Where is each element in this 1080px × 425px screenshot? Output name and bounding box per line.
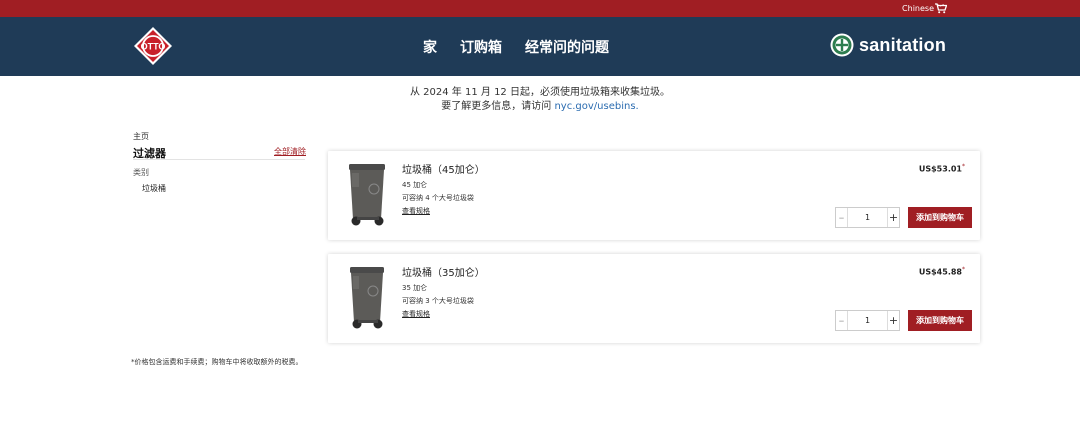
quantity-input[interactable]: 1 — [848, 213, 887, 222]
add-to-cart-button[interactable]: 添加到购物车 — [908, 207, 972, 228]
view-spec-link[interactable]: 查看规格 — [402, 206, 430, 216]
product-bag-capacity: 可容纳 3 个大号垃圾袋 — [402, 297, 474, 305]
sanitation-logo-text: sanitation — [859, 34, 947, 55]
breadcrumb[interactable]: 主页 — [133, 131, 149, 142]
sanitation-logo[interactable]: sanitation — [830, 33, 946, 57]
cart-icon[interactable] — [935, 3, 947, 14]
top-bar: Chinese ﹀ — [0, 0, 1080, 17]
add-to-cart-button[interactable]: 添加到购物车 — [908, 310, 972, 331]
product-bag-capacity: 可容纳 4 个大号垃圾袋 — [402, 194, 474, 202]
price-footnote: *价格包含运费和手续费；购物车中将收取额外的税费。 — [131, 358, 303, 366]
decrease-quantity-button[interactable]: – — [836, 311, 848, 330]
sanitation-emblem-icon — [830, 33, 854, 57]
filter-divider — [133, 159, 305, 160]
quantity-input[interactable]: 1 — [848, 316, 887, 325]
product-card: 垃圾桶（45加仑） 45 加仑 可容纳 4 个大号垃圾袋 查看规格 US$53.… — [328, 151, 980, 240]
trash-bin-35-image[interactable] — [343, 264, 393, 330]
notice-banner: 从 2024 年 11 月 12 日起，必须使用垃圾箱来收集垃圾。 要了解更多信… — [0, 86, 1080, 114]
product-name[interactable]: 垃圾桶（35加仑） — [402, 264, 485, 279]
view-spec-link[interactable]: 查看规格 — [402, 309, 430, 319]
price-asterisk: * — [962, 266, 965, 273]
product-card: 垃圾桶（35加仑） 35 加仑 可容纳 3 个大号垃圾袋 查看规格 US$45.… — [328, 254, 980, 343]
increase-quantity-button[interactable]: + — [887, 311, 899, 330]
product-price: US$45.88* — [919, 266, 965, 277]
category-label: 类别 — [133, 168, 149, 177]
product-name[interactable]: 垃圾桶（45加仑） — [402, 161, 485, 176]
decrease-quantity-button[interactable]: – — [836, 208, 848, 227]
language-label: Chinese — [902, 3, 934, 13]
product-price: US$53.01* — [919, 163, 965, 174]
notice-line-2-prefix: 要了解更多信息，请访问 — [441, 101, 555, 112]
site-header: OTTO 家 订购箱 经常问的问题 sanitation — [0, 17, 1080, 76]
quantity-stepper: – 1 + — [835, 207, 900, 228]
otto-logo[interactable]: OTTO — [134, 27, 172, 65]
trash-bin-45-image[interactable] — [343, 161, 393, 227]
clear-all-link[interactable]: 全部清除 — [274, 146, 306, 157]
price-value: US$45.88 — [918, 267, 962, 277]
nav-home[interactable]: 家 — [423, 37, 437, 57]
category-item-bins[interactable]: 垃圾桶 — [142, 183, 166, 194]
product-capacity: 45 加仑 — [402, 181, 428, 189]
price-value: US$53.01 — [918, 164, 962, 174]
usebins-link[interactable]: nyc.gov/usebins. — [554, 101, 638, 112]
price-asterisk: * — [962, 163, 965, 170]
svg-text:OTTO: OTTO — [141, 42, 166, 52]
notice-line-2: 要了解更多信息，请访问 nyc.gov/usebins. — [0, 100, 1080, 114]
notice-line-1: 从 2024 年 11 月 12 日起，必须使用垃圾箱来收集垃圾。 — [410, 87, 670, 98]
nav-order-bins[interactable]: 订购箱 — [460, 37, 502, 57]
quantity-stepper: – 1 + — [835, 310, 900, 331]
increase-quantity-button[interactable]: + — [887, 208, 899, 227]
product-capacity: 35 加仑 — [402, 284, 428, 292]
nav-faq[interactable]: 经常问的问题 — [525, 37, 609, 57]
